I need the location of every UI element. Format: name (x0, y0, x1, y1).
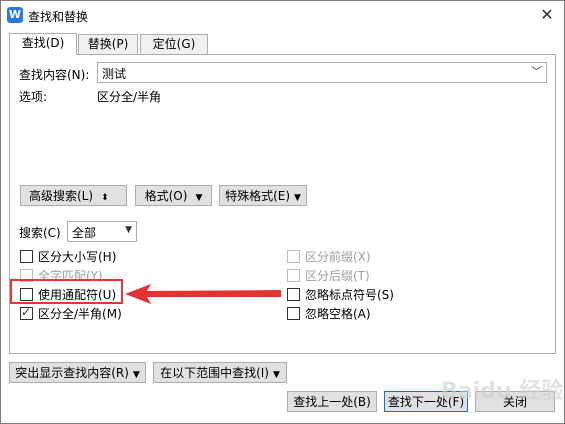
ignore-punctuation-label: 忽略标点符号(S) (305, 288, 394, 302)
options-value: 区分全/半角 (97, 90, 162, 104)
window-title: 查找和替换 (28, 10, 89, 24)
triangle-down-icon: ▼ (272, 370, 280, 380)
full-half-width-label: 区分全/半角(M) (38, 307, 122, 321)
chevron-down-icon[interactable]: ﹀ (531, 63, 542, 79)
ignore-punctuation-checkbox[interactable] (287, 288, 300, 301)
tab-find[interactable]: 查找(D) (9, 33, 77, 55)
ignore-space-checkbox[interactable] (287, 307, 300, 320)
full-half-width-checkbox[interactable] (20, 305, 33, 320)
find-in-label: 在以下范围中查找(I) (160, 366, 269, 380)
special-format-button[interactable]: 特殊格式(E) ▼ (219, 185, 307, 206)
triangle-down-icon: ▼ (132, 370, 140, 380)
baidu-watermark: Baidu 经验 (441, 379, 564, 404)
find-in-button[interactable]: 在以下范围中查找(I) ▼ (153, 362, 287, 383)
tab-goto[interactable]: 定位(G) (140, 34, 208, 54)
search-direction-value: 全部 (72, 226, 97, 240)
highlight-found-button[interactable]: 突出显示查找内容(R) ▼ (9, 362, 146, 383)
updown-icon: ⬍ (101, 193, 109, 203)
match-case-checkbox[interactable] (20, 250, 33, 263)
find-what-label: 查找内容(N): (19, 68, 90, 82)
search-direction-label: 搜索(C) (19, 226, 61, 240)
search-direction-select[interactable]: 全部 ▼ (67, 221, 137, 242)
highlight-found-label: 突出显示查找内容(R) (15, 366, 129, 380)
options-label: 选项: (19, 90, 48, 104)
match-case-label: 区分大小写(H) (38, 250, 117, 264)
wps-app-icon: W (7, 7, 23, 23)
find-what-value: 测试 (102, 67, 127, 81)
find-replace-dialog: W 查找和替换 ✕ 查找(D) 替换(P) 定位(G) 查找内容(N): 测试 … (0, 0, 565, 424)
triangle-down-icon: ▼ (195, 193, 203, 203)
title-bar: W 查找和替换 ✕ (1, 1, 564, 31)
triangle-down-icon: ▼ (125, 225, 132, 235)
advanced-search-button[interactable]: 高级搜索(L) ⬍ (20, 185, 127, 206)
match-suffix-label: 区分后缀(T) (305, 269, 370, 283)
format-label: 格式(O) (144, 189, 188, 203)
annotation-highlight-box (10, 279, 123, 304)
match-suffix-checkbox[interactable] (287, 269, 300, 282)
find-what-combobox[interactable]: 测试 ﹀ (97, 62, 547, 83)
find-panel: 查找内容(N): 测试 ﹀ 选项: 区分全/半角 高级搜索(L) ⬍ 格式(O) ▼… (9, 54, 556, 354)
advanced-search-label: 高级搜索(L) (29, 189, 94, 203)
special-format-label: 特殊格式(E) (225, 189, 291, 203)
annotation-arrow-icon (125, 284, 281, 304)
format-button[interactable]: 格式(O) ▼ (135, 185, 212, 206)
match-prefix-label: 区分前缀(X) (305, 250, 371, 264)
find-previous-button[interactable]: 查找上一处(B) (287, 391, 377, 412)
match-prefix-checkbox[interactable] (287, 250, 300, 263)
tab-replace[interactable]: 替换(P) (78, 34, 138, 54)
close-window-button[interactable]: ✕ (535, 4, 559, 26)
ignore-space-label: 忽略空格(A) (305, 307, 371, 321)
triangle-down-icon: ▼ (294, 193, 301, 203)
